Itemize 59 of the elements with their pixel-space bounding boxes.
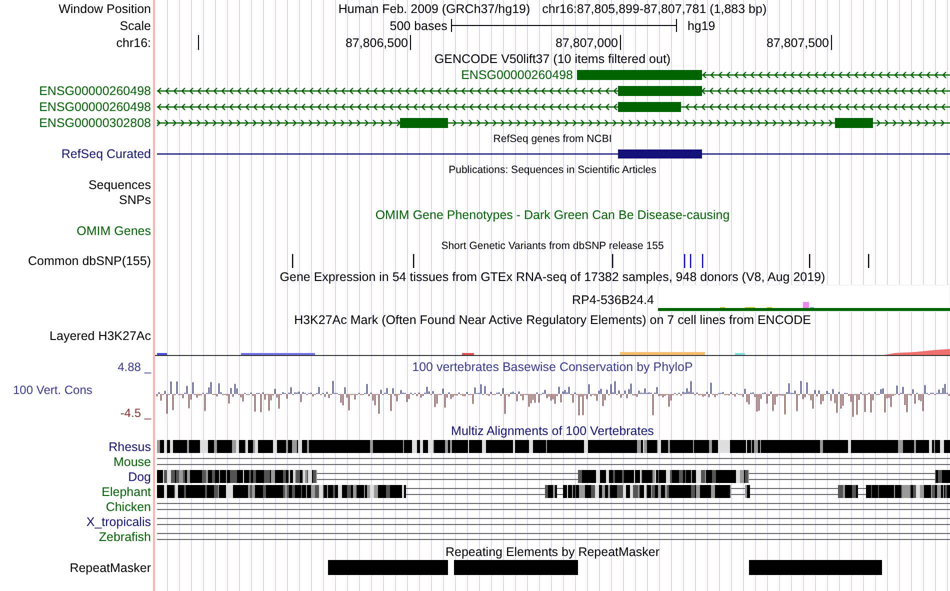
variant-tick[interactable]	[702, 254, 704, 268]
ruler-tick	[620, 35, 621, 50]
track-title: OMIM Gene Phenotypes - Dark Green Can Be Disease-causing	[375, 208, 730, 222]
track-label[interactable]: ENSG00000260498	[39, 100, 151, 114]
gene-model-drawing[interactable]	[577, 70, 950, 80]
gene-model-drawing[interactable]	[156, 86, 950, 96]
track-label[interactable]: 100 Vert. Cons	[0, 383, 92, 397]
row-label: Scale	[120, 18, 151, 32]
track-label[interactable]: Chicken	[106, 500, 151, 514]
gene-name[interactable]: ENSG00000260498	[461, 68, 573, 82]
ruler-tick	[831, 35, 832, 50]
track-title: Repeating Elements by RepeatMasker	[445, 545, 660, 559]
track-title: Publications: Sequences in Scientific Articles	[448, 162, 656, 176]
gene-model-drawing[interactable]	[156, 102, 950, 112]
gene-model-drawing[interactable]	[157, 150, 950, 158]
variant-tick[interactable]	[292, 254, 294, 268]
track-label[interactable]: Sequences	[88, 178, 151, 192]
track-label[interactable]: Rhesus	[108, 440, 151, 454]
track-title: Gene Expression in 54 tissues from GTEx RNA-seq of 17382 samples, 948 donors (V8, Aug 2019)	[280, 270, 826, 284]
assembly-name: Human Feb. 2009 (GRCh37/hg19)	[338, 2, 530, 16]
gene-name[interactable]: RP4-536B24.4	[572, 293, 654, 307]
track-title: Multiz Alignments of 100 Vertebrates	[451, 424, 654, 438]
row-label: Window Position	[58, 2, 151, 16]
variant-tick[interactable]	[690, 254, 692, 268]
variant-tick[interactable]	[413, 254, 414, 268]
track-title: 100 vertebrates Basewise Conservation by PhyloP	[412, 360, 693, 374]
track-title: Short Genetic Variants from dbSNP release 155	[441, 238, 664, 252]
track-label[interactable]: Layered H3K27Ac	[50, 329, 151, 343]
ruler-tick	[410, 35, 411, 50]
ruler-tick	[198, 35, 199, 50]
axis-max-label: 4.88 _	[118, 360, 151, 374]
track-label[interactable]: Common dbSNP(155)	[28, 254, 151, 268]
variant-tick[interactable]	[612, 254, 614, 268]
track-title: H3K27Ac Mark (Often Found Near Active Regulatory Elements) on 7 cell lines from ENCODE	[294, 313, 811, 327]
track-label[interactable]: Mouse	[113, 454, 151, 468]
track-label[interactable]: ENSG00000260498	[39, 84, 151, 98]
scale-length: 500 bases	[390, 18, 448, 32]
track-label[interactable]: RepeatMasker	[70, 561, 151, 575]
position-text: chr16:87,805,899-87,807,781 (1,883 bp)	[542, 2, 767, 16]
variant-tick[interactable]	[809, 254, 810, 268]
scale-assembly: hg19	[687, 18, 716, 32]
gene-model-drawing[interactable]	[156, 118, 950, 128]
ruler-label: 87,807,500	[766, 36, 829, 50]
variant-tick[interactable]	[868, 254, 870, 268]
track-label[interactable]: Dog	[128, 470, 151, 484]
track-label[interactable]: OMIM Genes	[76, 224, 151, 238]
track-title: GENCODE V50lift37 (10 items filtered out)	[434, 52, 671, 66]
track-label[interactable]: RefSeq Curated	[61, 147, 151, 161]
track-label[interactable]: SNPs	[119, 192, 151, 206]
track-label[interactable]: ENSG00000302808	[39, 116, 151, 130]
track-label[interactable]: Zebrafish	[98, 530, 151, 544]
axis-min-label: -4.5 _	[120, 406, 151, 420]
ruler-label: 87,807,000	[555, 36, 618, 50]
track-label[interactable]: Elephant	[102, 484, 151, 498]
ruler-label: 87,806,500	[345, 36, 408, 50]
variant-tick[interactable]	[684, 254, 686, 268]
row-label: chr16:	[116, 36, 151, 50]
track-title: RefSeq genes from NCBI	[493, 132, 612, 146]
track-label[interactable]: X_tropicalis	[86, 514, 151, 528]
